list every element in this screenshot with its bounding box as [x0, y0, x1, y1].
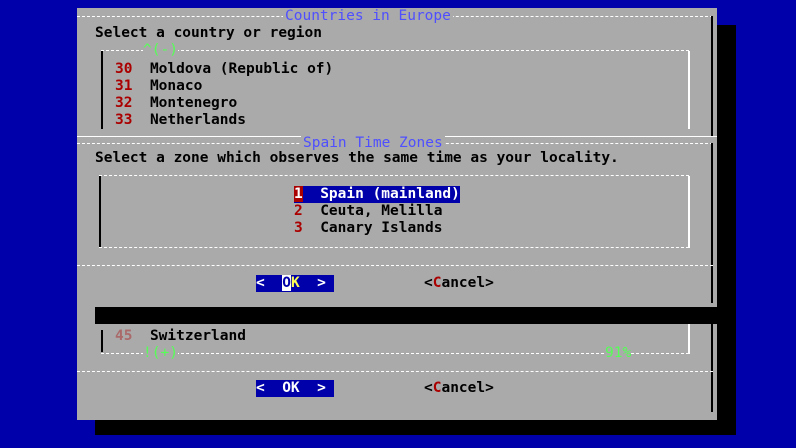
- ok-button[interactable]: < OK >: [256, 380, 334, 397]
- list-item[interactable]: 3 Canary Islands: [294, 220, 442, 237]
- item-number: 3: [294, 220, 303, 236]
- list-item[interactable]: 2 Ceuta, Melilla: [294, 203, 442, 220]
- list-item[interactable]: 31 Monaco: [115, 78, 202, 95]
- zones-ok-button[interactable]: < OK >: [256, 275, 334, 292]
- zones-button-separator: [77, 265, 713, 266]
- item-label: Monaco: [149, 78, 203, 94]
- cancel-button[interactable]: <Cancel>: [424, 380, 494, 397]
- scroll-up-indicator: ^(-): [143, 42, 178, 58]
- zone-item-selected[interactable]: 1 Spain (mainland): [294, 186, 460, 203]
- item-number: 33: [115, 112, 133, 128]
- button-row-separator: [77, 371, 713, 372]
- zones-dialog-prompt: Select a zone which observes the same ti…: [95, 150, 619, 166]
- item-label: Spain (mainland): [320, 186, 460, 202]
- zones-dialog: Spain Time Zones Select a zone which obs…: [77, 135, 717, 307]
- item-number: 45: [115, 328, 133, 344]
- zone-list-left-edge: [99, 176, 101, 248]
- ok-button-label: OK: [282, 380, 300, 396]
- zones-dialog-right-edge: [711, 143, 713, 303]
- country-list-left-edge: [101, 51, 103, 129]
- country-list-left-edge-lower: [101, 330, 103, 352]
- cancel-button-rest: ancel: [441, 275, 486, 291]
- item-number: 2: [294, 203, 303, 219]
- item-label: Ceuta, Melilla: [320, 203, 443, 219]
- item-label: Switzerland: [149, 328, 246, 344]
- ok-hotkey: K: [290, 275, 300, 291]
- item-number: 1: [294, 186, 303, 202]
- zone-list-top-border: [99, 175, 689, 176]
- country-list-bottom-border: [101, 353, 689, 354]
- cancel-button-rest: ancel: [441, 380, 486, 396]
- zone-list-bottom-border: [99, 247, 689, 248]
- item-number: 32: [115, 95, 133, 111]
- list-item[interactable]: 32 Montenegro: [115, 95, 237, 112]
- zones-dialog-title: Spain Time Zones: [301, 135, 445, 151]
- item-number: 30: [115, 61, 133, 77]
- item-label: Moldova (Republic of): [149, 61, 334, 77]
- countries-dialog-prompt: Select a country or region: [95, 25, 322, 41]
- zone-list-right-edge: [688, 176, 690, 248]
- list-item[interactable]: 45 Switzerland: [115, 328, 246, 345]
- item-label: Montenegro: [149, 95, 238, 111]
- ok-cursor: O: [282, 275, 291, 291]
- countries-dialog-title: Countries in Europe: [283, 8, 453, 24]
- scroll-down-indicator: !(+): [143, 345, 178, 361]
- country-list-right-edge: [688, 51, 690, 129]
- country-list-top-border: [101, 50, 689, 51]
- country-list-right-edge-lower: [688, 320, 690, 354]
- zones-cancel-button[interactable]: <Cancel>: [424, 275, 494, 292]
- item-label: Netherlands: [149, 112, 246, 128]
- list-item[interactable]: 30 Moldova (Republic of): [115, 61, 333, 78]
- item-label: Canary Islands: [320, 220, 443, 236]
- item-number: 31: [115, 78, 133, 94]
- list-item[interactable]: 33 Netherlands: [115, 112, 246, 129]
- scroll-percent: 91%: [605, 345, 632, 361]
